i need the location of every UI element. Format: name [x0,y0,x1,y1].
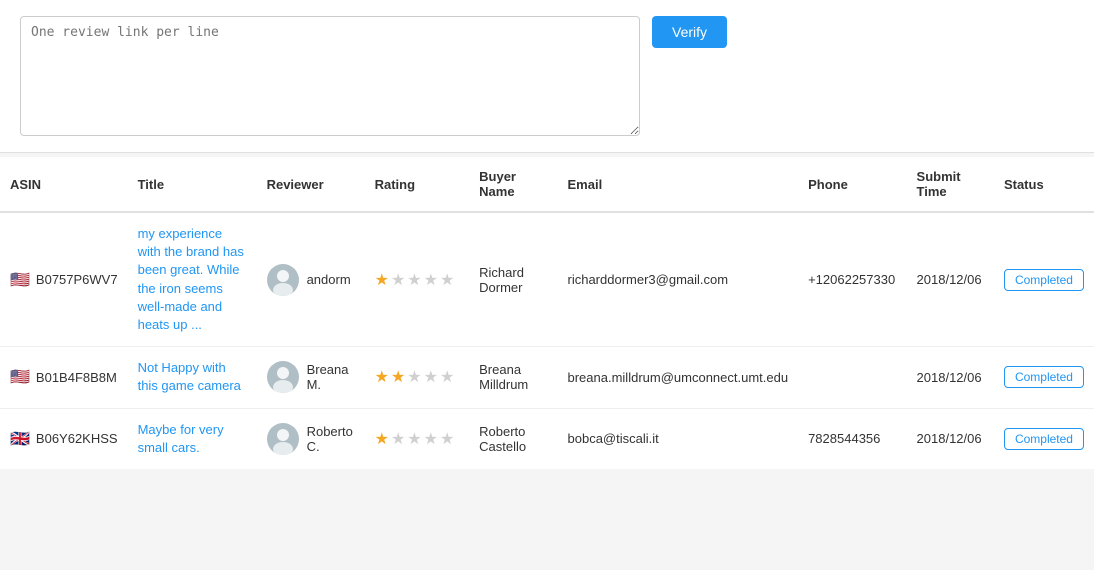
star-rating: ★★★★★ [375,270,460,290]
cell-email: richarddormer3@gmail.com [558,212,799,347]
cell-rating: ★★★★★ [365,212,470,347]
cell-submit-time: 2018/12/06 [907,212,994,347]
status-badge: Completed [1004,366,1084,388]
table-row: 🇬🇧 B06Y62KHSS Maybe for very small cars. R… [0,408,1094,469]
cell-rating: ★★★★★ [365,347,470,408]
status-badge: Completed [1004,269,1084,291]
col-header-status: Status [994,157,1094,212]
table-row: 🇺🇸 B01B4F8B8M Not Happy with this game cam… [0,347,1094,408]
reviewer-name: andorm [307,272,351,287]
cell-email: bobca@tiscali.it [558,408,799,469]
filled-star: ★ [375,367,389,387]
table-row: 🇺🇸 B0757P6WV7 my experience with the brand… [0,212,1094,347]
filled-star: ★ [375,429,389,449]
cell-title[interactable]: my experience with the brand has been gr… [128,212,257,347]
status-badge: Completed [1004,428,1084,450]
review-link-input[interactable] [20,16,640,136]
empty-star: ★ [440,429,454,449]
empty-star: ★ [424,367,438,387]
cell-asin: 🇺🇸 B0757P6WV7 [0,212,128,347]
filled-star: ★ [391,367,405,387]
table-header-row: ASIN Title Reviewer Rating Buyer Name Em… [0,157,1094,212]
reviewer-name: Roberto C. [307,424,355,454]
flag-icon: 🇺🇸 [10,367,30,387]
cell-status: Completed [994,212,1094,347]
col-header-phone: Phone [798,157,906,212]
cell-phone: +12062257330 [798,212,906,347]
empty-star: ★ [424,429,438,449]
cell-submit-time: 2018/12/06 [907,347,994,408]
avatar [267,361,299,393]
verify-button[interactable]: Verify [652,16,727,48]
avatar [267,423,299,455]
reviewer-name: Breana M. [307,362,355,392]
cell-reviewer: andorm [257,212,365,347]
cell-title[interactable]: Maybe for very small cars. [128,408,257,469]
reviews-table: ASIN Title Reviewer Rating Buyer Name Em… [0,157,1094,469]
cell-buyer-name: Richard Dormer [469,212,557,347]
cell-reviewer: Roberto C. [257,408,365,469]
cell-status: Completed [994,408,1094,469]
cell-submit-time: 2018/12/06 [907,408,994,469]
title-link[interactable]: my experience with the brand has been gr… [138,226,244,332]
star-rating: ★★★★★ [375,367,460,387]
cell-title[interactable]: Not Happy with this game camera [128,347,257,408]
col-header-rating: Rating [365,157,470,212]
asin-value: B0757P6WV7 [36,272,118,287]
cell-buyer-name: Breana Milldrum [469,347,557,408]
cell-asin: 🇺🇸 B01B4F8B8M [0,347,128,408]
empty-star: ★ [407,429,421,449]
flag-icon: 🇺🇸 [10,270,30,290]
empty-star: ★ [424,270,438,290]
col-header-asin: ASIN [0,157,128,212]
empty-star: ★ [391,270,405,290]
cell-phone [798,347,906,408]
table-section: ASIN Title Reviewer Rating Buyer Name Em… [0,157,1094,469]
cell-buyer-name: Roberto Castello [469,408,557,469]
cell-asin: 🇬🇧 B06Y62KHSS [0,408,128,469]
empty-star: ★ [407,367,421,387]
cell-rating: ★★★★★ [365,408,470,469]
col-header-submit: Submit Time [907,157,994,212]
star-rating: ★★★★★ [375,429,460,449]
input-row: Verify [20,16,1074,136]
top-section: Verify [0,0,1094,153]
title-link[interactable]: Maybe for very small cars. [138,422,224,455]
flag-icon: 🇬🇧 [10,429,30,449]
cell-phone: 7828544356 [798,408,906,469]
asin-value: B01B4F8B8M [36,370,117,385]
title-link[interactable]: Not Happy with this game camera [138,360,241,393]
empty-star: ★ [440,367,454,387]
empty-star: ★ [391,429,405,449]
cell-email: breana.milldrum@umconnect.umt.edu [558,347,799,408]
col-header-reviewer: Reviewer [257,157,365,212]
asin-value: B06Y62KHSS [36,431,118,446]
empty-star: ★ [440,270,454,290]
cell-status: Completed [994,347,1094,408]
filled-star: ★ [375,270,389,290]
avatar [267,264,299,296]
cell-reviewer: Breana M. [257,347,365,408]
col-header-email: Email [558,157,799,212]
col-header-title: Title [128,157,257,212]
col-header-buyer: Buyer Name [469,157,557,212]
empty-star: ★ [407,270,421,290]
